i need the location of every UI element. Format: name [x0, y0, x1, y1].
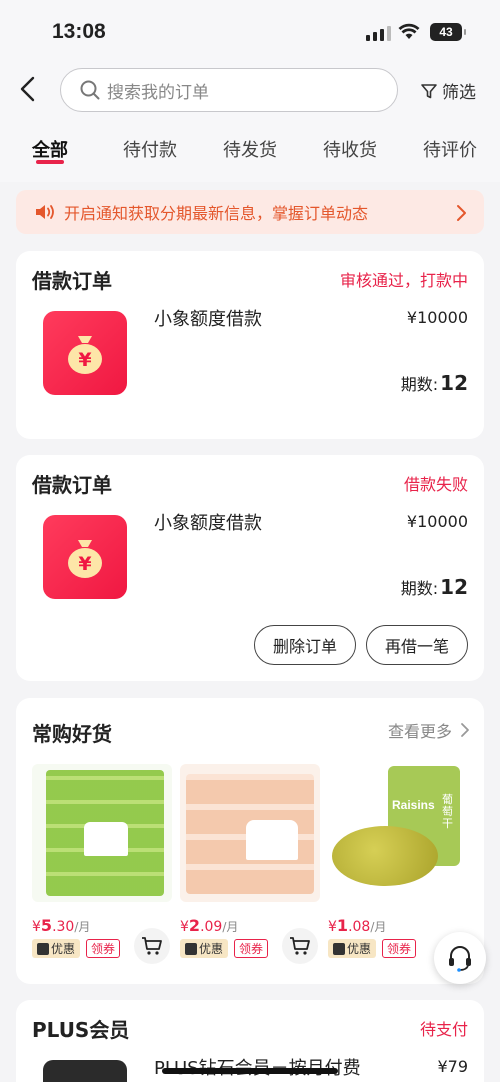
discount-icon: [37, 942, 49, 955]
discount-icon: [333, 942, 345, 955]
cellular-signal-icon: [366, 25, 391, 41]
cart-icon: [142, 937, 162, 955]
order-title: 借款订单: [32, 473, 112, 497]
discount-tag: 优惠: [32, 939, 81, 958]
plus-member-icon: [43, 1060, 127, 1082]
order-price: ¥79: [437, 1057, 468, 1076]
chevron-right-icon: [461, 723, 469, 737]
wifi-icon: [398, 23, 420, 39]
discount-tag: 优惠: [328, 939, 377, 958]
order-price: ¥10000: [406, 308, 468, 327]
order-price: ¥10000: [406, 512, 468, 531]
filter-label: 筛选: [442, 83, 476, 103]
search-input[interactable]: 搜索我的订单: [60, 68, 398, 112]
add-to-cart-button[interactable]: [282, 928, 318, 964]
discount-tag: 优惠: [180, 939, 229, 958]
speaker-icon: [36, 205, 54, 219]
order-card[interactable]: 借款订单 审核通过，打款中 ¥ 小象额度借款 ¥10000 期数: 12: [16, 251, 484, 439]
filter-button[interactable]: 筛选: [420, 78, 476, 103]
search-placeholder: 搜索我的订单: [107, 82, 209, 103]
battery-icon: 43: [430, 23, 466, 41]
order-card[interactable]: 借款订单 借款失败 ¥ 小象额度借款 ¥10000 期数: 12 删除订单 再借一…: [16, 455, 484, 681]
order-tabs: 全部 待付款 待发货 待收货 待评价: [0, 132, 500, 172]
svg-text:¥: ¥: [78, 553, 91, 575]
notice-text: 开启通知获取分期最新信息，掌握订单动态: [64, 204, 369, 223]
svg-text:¥: ¥: [78, 349, 91, 371]
order-status: 借款失败: [403, 475, 468, 494]
product-image-tissue-orange: [180, 764, 320, 902]
order-title: 借款订单: [32, 269, 112, 293]
reborrow-button[interactable]: 再借一笔: [366, 625, 468, 665]
add-to-cart-button[interactable]: [134, 928, 170, 964]
clock: 13:08: [52, 20, 106, 43]
product-tile[interactable]: Raisins 葡萄干 ¥1.08/月 优惠 领券: [328, 764, 468, 958]
money-bag-icon: ¥: [43, 311, 127, 395]
product-name: 小象额度借款: [154, 513, 262, 534]
product-name: PLUS钻石会员－按月付费: [154, 1054, 361, 1080]
tab-all[interactable]: 全部: [32, 136, 68, 162]
discount-icon: [185, 942, 197, 955]
active-tab-indicator: [36, 160, 64, 164]
cart-icon: [290, 937, 310, 955]
section-title: 常购好货: [32, 722, 112, 746]
coupon-tag: 领券: [382, 939, 417, 958]
installment-periods: 期数: 12: [400, 575, 468, 599]
tab-pending-payment[interactable]: 待付款: [123, 136, 177, 162]
order-status: 审核通过，打款中: [339, 271, 468, 290]
monthly-price: ¥1.08/月: [328, 916, 387, 935]
back-arrow-icon[interactable]: [14, 74, 44, 104]
search-icon: [80, 80, 100, 100]
order-status: 待支付: [419, 1020, 468, 1039]
chevron-right-icon: [457, 205, 466, 221]
delete-order-button[interactable]: 删除订单: [254, 625, 356, 665]
frequent-goods-card: 常购好货 查看更多 ¥5.30/月 优惠 领券 ¥2.09/月 优惠 领券 Ra…: [16, 698, 484, 984]
home-indicator: [162, 1068, 338, 1074]
coupon-tag: 领券: [86, 939, 121, 958]
product-image-tissue-green: [32, 764, 172, 902]
tab-pending-review[interactable]: 待评价: [423, 136, 477, 162]
installment-periods: 期数: 12: [400, 371, 468, 395]
notification-banner[interactable]: 开启通知获取分期最新信息，掌握订单动态: [16, 190, 484, 234]
header: 搜索我的订单 筛选 全部 待付款 待发货 待收货 待评价: [0, 62, 500, 182]
status-bar: 13:08 43: [0, 0, 500, 62]
order-title: PLUS会员: [32, 1018, 130, 1042]
product-name: 小象额度借款: [154, 309, 262, 330]
customer-service-button[interactable]: [434, 932, 486, 984]
tab-pending-receipt[interactable]: 待收货: [323, 136, 377, 162]
view-more-link[interactable]: 查看更多: [388, 718, 470, 742]
headset-icon: [449, 946, 471, 972]
tab-pending-shipment[interactable]: 待发货: [223, 136, 277, 162]
money-bag-icon: ¥: [43, 515, 127, 599]
product-image-raisins: Raisins 葡萄干: [328, 764, 468, 902]
coupon-tag: 领券: [234, 939, 269, 958]
filter-icon: [421, 83, 437, 98]
